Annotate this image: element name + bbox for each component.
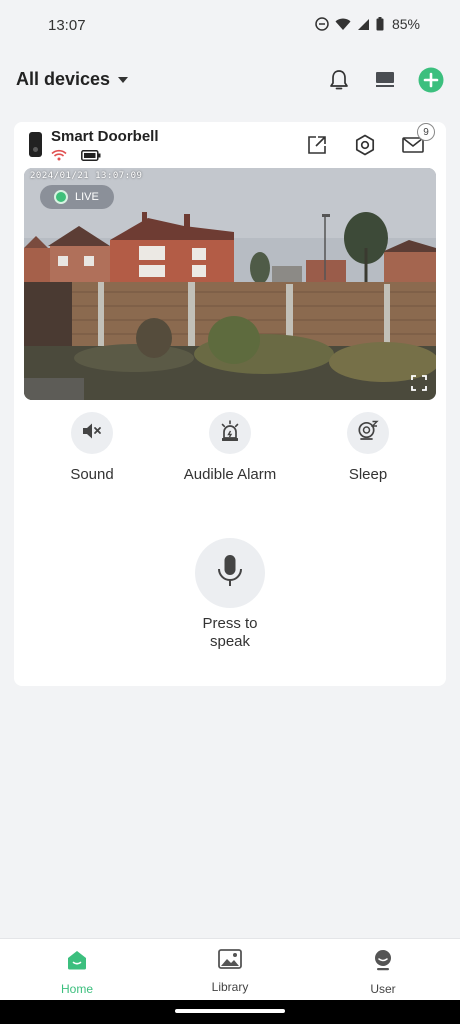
status-bar: 13:07 85% (0, 0, 460, 52)
wifi-icon (51, 148, 67, 166)
battery-icon (81, 148, 101, 166)
nav-home[interactable]: Home (27, 949, 127, 996)
device-card: Smart Doorbell 9 2024/01/21 13:07:09 LIV… (14, 122, 446, 686)
device-actions: 9 (304, 123, 435, 158)
control-label: Sleep (348, 466, 388, 483)
nav-label: Home (60, 982, 93, 996)
live-video-feed[interactable]: 2024/01/21 13:07:09 LIVE (24, 168, 436, 400)
nav-user[interactable]: User (333, 949, 433, 996)
gesture-handle[interactable] (175, 1009, 285, 1013)
device-status (51, 148, 101, 166)
live-label: LIVE (75, 191, 99, 203)
control-circle (209, 412, 251, 454)
signal-icon (357, 18, 370, 31)
live-dot-icon (54, 190, 68, 204)
alarm-icon (219, 419, 241, 447)
speak-label: Press to speak (202, 615, 258, 650)
do-not-disturb-icon (315, 17, 329, 31)
status-icons: 85% (315, 16, 420, 32)
header: All devices (0, 64, 460, 100)
control-circle (347, 412, 389, 454)
sleep-button[interactable]: Sleep (298, 412, 438, 483)
bottom-navigation: Home Library User (0, 938, 460, 1000)
mail-icon[interactable]: 9 (400, 123, 435, 158)
nav-library[interactable]: Library (180, 949, 280, 994)
mail-badge: 9 (417, 123, 435, 141)
control-label: Sound (70, 466, 114, 483)
battery-status-icon (376, 17, 384, 31)
press-to-speak-button[interactable]: Press to speak (14, 538, 446, 651)
nav-label: Library (211, 980, 249, 994)
microphone-icon (216, 553, 244, 594)
user-icon (372, 949, 394, 976)
speaker-muted-icon (82, 422, 102, 445)
nav-label: User (370, 982, 396, 996)
speak-circle (195, 538, 265, 608)
battery-percentage: 85% (391, 16, 420, 32)
share-icon[interactable] (304, 132, 330, 158)
all-devices-dropdown[interactable]: All devices (16, 69, 129, 90)
control-circle (71, 412, 113, 454)
chevron-down-icon (118, 77, 129, 83)
wifi-status-icon (335, 18, 351, 31)
image-icon (218, 949, 242, 974)
device-name: Smart Doorbell (51, 128, 159, 145)
page-title: All devices (16, 69, 111, 89)
device-controls: Sound Audible Alarm Sleep (14, 412, 446, 492)
doorbell-icon (29, 132, 42, 157)
system-gesture-area (0, 1000, 460, 1024)
monitor-icon[interactable] (372, 67, 398, 93)
status-time: 13:07 (48, 17, 86, 34)
bell-icon[interactable] (326, 67, 352, 93)
home-icon (66, 949, 88, 976)
video-timestamp: 2024/01/21 13:07:09 (30, 171, 143, 181)
audible-alarm-button[interactable]: Audible Alarm (160, 412, 300, 483)
control-label: Audible Alarm (183, 466, 277, 483)
live-indicator: LIVE (40, 185, 114, 209)
fullscreen-icon[interactable] (411, 375, 427, 391)
add-icon[interactable] (418, 67, 444, 93)
settings-icon[interactable] (352, 132, 378, 158)
sleep-camera-icon (357, 420, 379, 447)
sound-button[interactable]: Sound (22, 412, 162, 483)
header-actions (326, 67, 444, 93)
